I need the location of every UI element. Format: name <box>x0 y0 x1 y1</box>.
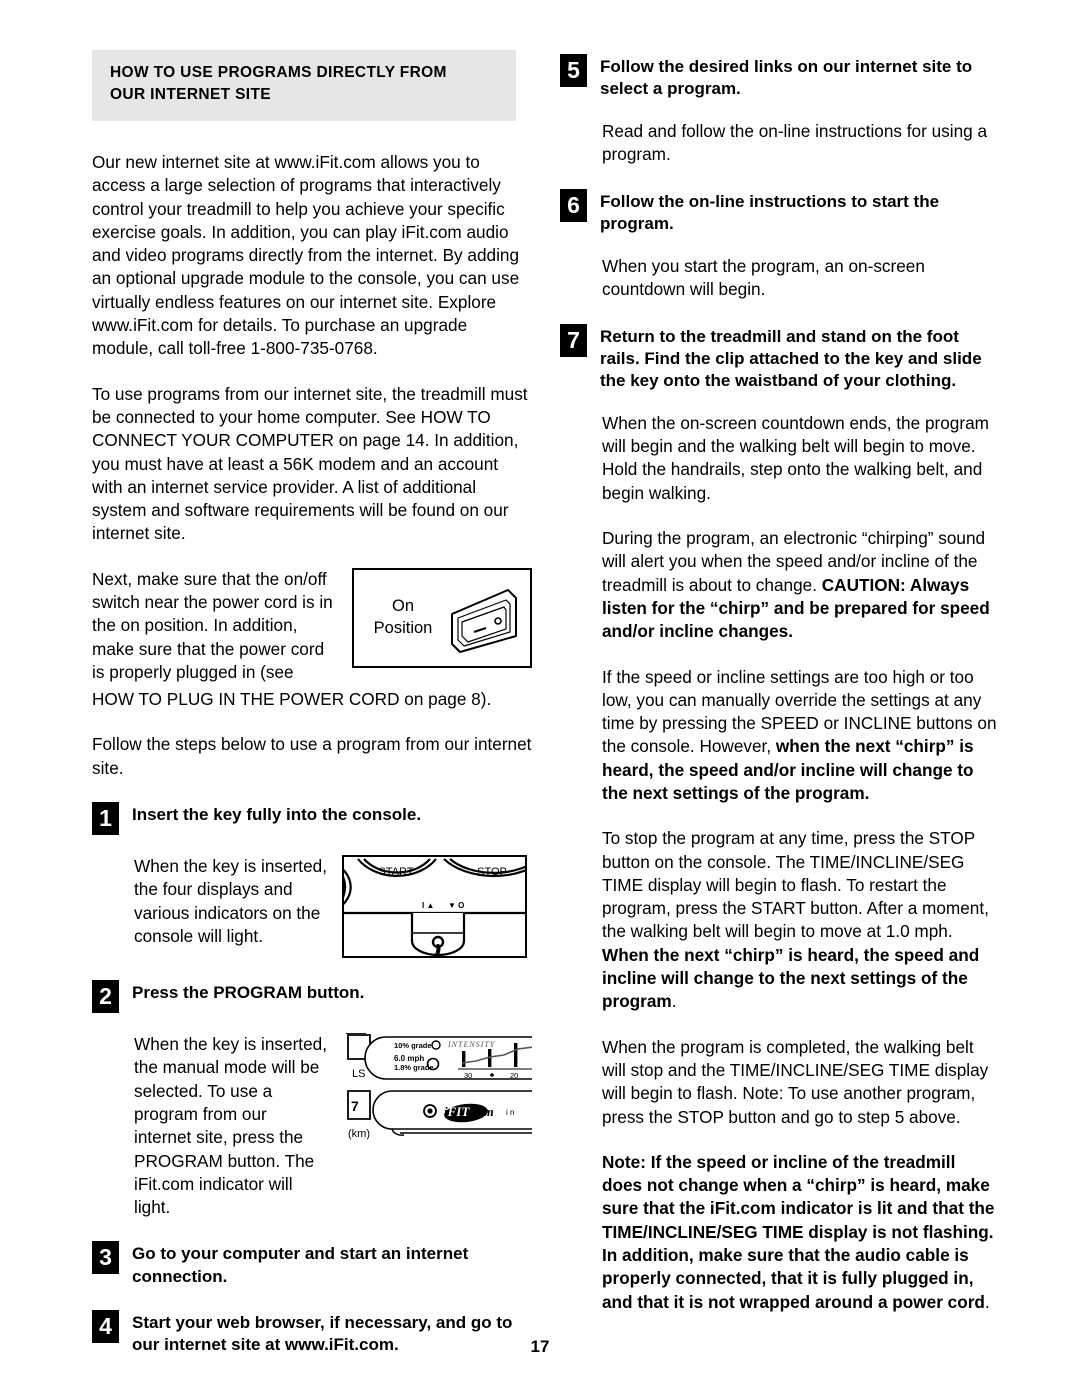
paragraph-switch: Next, make sure that the on/off switch n… <box>92 568 333 682</box>
page-number: 17 <box>530 1337 550 1356</box>
step-2-body: When the key is inserted, the manual mod… <box>134 1034 327 1218</box>
figure-on-position-label: On Position <box>360 596 446 640</box>
step-2-number: 2 <box>92 980 119 1014</box>
paragraph-requirements: To use programs from our internet site, … <box>92 383 528 544</box>
step-5-body: Read and follow the on-line instructions… <box>602 121 988 165</box>
step-1-number: 1 <box>92 802 119 836</box>
paragraph-stop-bold: When the next “chirp” is heard, the spee… <box>602 944 980 1012</box>
svg-text:I ▲: I ▲ <box>422 901 434 910</box>
step-6-body: When you start the program, an on-screen… <box>602 255 925 300</box>
console-grade-top: 10% grade <box>394 1041 432 1050</box>
step-1-figure-row: When the key is inserted, the four displ… <box>92 855 532 959</box>
step-1: 1 Insert the key fully into the console. <box>92 802 532 836</box>
console-speed: 6.0 mph <box>394 1054 424 1063</box>
paragraph-chirp-caution: During the program, an electronic “chirp… <box>602 527 1000 643</box>
step-6-heading: Follow the on-line instructions to start… <box>600 191 940 233</box>
step-7: 7 Return to the treadmill and stand on t… <box>560 323 1000 392</box>
console-tick-30: 30 <box>464 1071 472 1080</box>
console-tick-20: 20 <box>510 1071 518 1080</box>
step-1-heading: Insert the key fully into the console. <box>132 805 422 825</box>
console-start-label: START <box>378 866 413 878</box>
step-7-heading: Return to the treadmill and stand on the… <box>600 326 982 390</box>
console-in-label: i n <box>506 1108 514 1117</box>
switch-figure-row: Next, make sure that the on/off switch n… <box>92 567 532 684</box>
svg-text:7: 7 <box>351 1098 359 1114</box>
step-6-number: 6 <box>560 188 587 222</box>
step-7-number: 7 <box>560 323 587 357</box>
figure-console-ifit-indicator: LS 7 (km) 10% grade INTENSITY 6.0 mph 1.… <box>340 1033 532 1144</box>
step-5-heading: Follow the desired links on our internet… <box>600 57 973 99</box>
paragraph-switch-tail: HOW TO PLUG IN THE POWER CORD on page 8)… <box>92 689 492 710</box>
manual-page: HOW TO USE PROGRAMS DIRECTLY FROM OUR IN… <box>0 0 1080 1397</box>
svg-text:▼ O: ▼ O <box>448 901 464 910</box>
paragraph-note-bold: Note: If the speed or incline of the tre… <box>602 1151 995 1312</box>
paragraph-note: Note: If the speed or incline of the tre… <box>602 1151 1000 1314</box>
console-ifit-illustration: LS 7 (km) 10% grade INTENSITY 6.0 mph 1.… <box>340 1033 532 1144</box>
figure-on-position-label-line2: Position <box>373 618 433 637</box>
paragraph-stop-tail: . <box>671 991 677 1012</box>
right-column: 5 Follow the desired links on our intern… <box>560 50 1000 1336</box>
paragraph-stop-normal: To stop the program at any time, press t… <box>602 828 989 942</box>
rocker-switch-illustration <box>451 588 517 653</box>
step-2: 2 Press the PROGRAM button. <box>92 980 532 1014</box>
step-1-body: When the key is inserted, the four displ… <box>134 856 327 946</box>
two-column-layout: HOW TO USE PROGRAMS DIRECTLY FROM OUR IN… <box>92 50 1000 1376</box>
section-header-banner: HOW TO USE PROGRAMS DIRECTLY FROM OUR IN… <box>92 50 516 121</box>
section-header-line2: OUR INTERNET SITE <box>110 86 271 104</box>
figure-on-position: On Position <box>352 567 532 668</box>
step-5-number: 5 <box>560 54 587 87</box>
left-column: HOW TO USE PROGRAMS DIRECTLY FROM OUR IN… <box>92 50 532 1376</box>
paragraph-override: If the speed or incline settings are too… <box>602 666 1000 806</box>
paragraph-completed: When the program is completed, the walki… <box>602 1036 989 1127</box>
figure-on-position-label-line1: On <box>391 596 414 615</box>
step-2-heading: Press the PROGRAM button. <box>132 983 365 1003</box>
paragraph-follow-steps: Follow the steps below to use a program … <box>92 734 532 778</box>
figure-console-start-stop: START STOP I ▲ ▼ O <box>342 855 527 959</box>
paragraph-stop: To stop the program at any time, press t… <box>602 827 1000 1013</box>
step-5: 5 Follow the desired links on our intern… <box>560 54 1000 100</box>
step-6: 6 Follow the on-line instructions to sta… <box>560 188 1000 235</box>
console-ifit-logo: iFIT.com <box>444 1104 494 1119</box>
step-3-heading: Go to your computer and start an interne… <box>132 1244 469 1286</box>
section-header-line1: HOW TO USE PROGRAMS DIRECTLY FROM <box>110 64 447 81</box>
paragraph-note-tail: . <box>984 1291 990 1312</box>
step-7-body: When the on-screen countdown ends, the p… <box>602 412 989 503</box>
step-2-figure-row: When the key is inserted, the manual mod… <box>92 1033 532 1219</box>
step-3-number: 3 <box>92 1241 119 1275</box>
console-km-label: (km) <box>348 1128 370 1140</box>
console-stop-label: STOP <box>477 866 507 878</box>
step-3: 3 Go to your computer and start an inter… <box>92 1241 532 1287</box>
console-intensity-label: INTENSITY <box>447 1040 496 1049</box>
console-ls-label: LS <box>352 1068 365 1080</box>
paragraph-intro: Our new internet site at www.iFit.com al… <box>92 151 520 359</box>
console-start-stop-illustration: START STOP I ▲ ▼ O <box>344 857 525 957</box>
